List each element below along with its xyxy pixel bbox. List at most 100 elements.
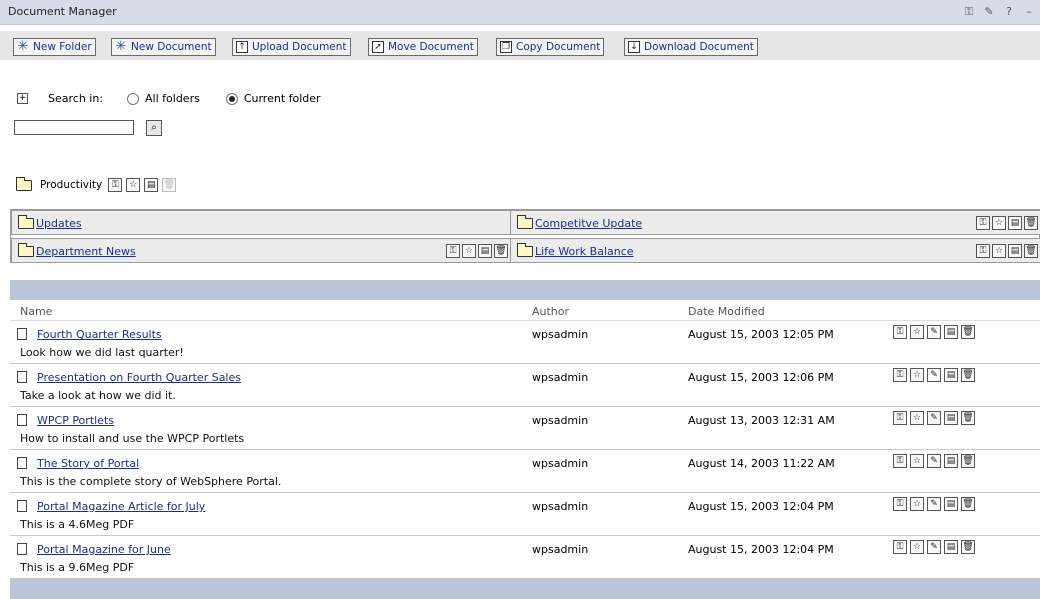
document-description: Look how we did last quarter! (20, 346, 184, 359)
subfolder-link[interactable]: Updates (36, 217, 82, 230)
column-date-modified[interactable]: Date Modified (688, 305, 765, 318)
properties-icon[interactable]: ⚿ (893, 411, 907, 425)
document-author: wpsadmin (532, 543, 589, 556)
document-icon[interactable]: ▤ (944, 497, 958, 511)
search-button[interactable]: ⌕ (146, 120, 162, 136)
table-row: Portal Magazine Article for July This is… (10, 493, 1040, 536)
expand-icon[interactable]: + (17, 93, 28, 104)
minimize-icon[interactable]: – (1022, 5, 1036, 19)
document-link[interactable]: Portal Magazine for June (37, 543, 171, 556)
upload-icon: ↑ (236, 41, 248, 53)
pencil-icon[interactable]: ✎ (982, 5, 996, 19)
new-folder-button[interactable]: ✳ New Folder (13, 38, 96, 56)
document-icon[interactable]: ▤ (944, 540, 958, 554)
copy-icon: ❐ (500, 41, 512, 53)
search-input[interactable] (14, 120, 134, 135)
document-date: August 15, 2003 12:06 PM (688, 371, 834, 384)
favorite-icon[interactable]: ☆ (910, 368, 924, 382)
document-link[interactable]: Portal Magazine Article for July (37, 500, 205, 513)
folder-actions: ⚿ ☆ ▤ 🗑 (976, 244, 1038, 258)
document-link[interactable]: Fourth Quarter Results (37, 328, 162, 341)
new-star-icon: ✳ (17, 39, 29, 54)
document-icon (17, 500, 27, 512)
favorite-icon[interactable]: ☆ (910, 540, 924, 554)
favorite-icon[interactable]: ☆ (910, 497, 924, 511)
current-folder-radio[interactable] (225, 92, 238, 105)
copy-document-button[interactable]: ❐ Copy Document (496, 38, 605, 56)
copy-document-label: Copy Document (516, 41, 601, 53)
download-document-button[interactable]: ↓ Download Document (624, 38, 758, 56)
document-icon[interactable]: ▤ (944, 411, 958, 425)
delete-icon[interactable]: 🗑 (961, 454, 975, 468)
search-options: + Search in: All folders Current folder (17, 92, 321, 105)
delete-icon[interactable]: 🗑 (961, 411, 975, 425)
delete-icon[interactable]: 🗑 (961, 540, 975, 554)
delete-icon[interactable]: 🗑 (1024, 216, 1038, 230)
move-icon: ➚ (372, 41, 384, 53)
properties-icon[interactable]: ⚿ (893, 368, 907, 382)
document-link[interactable]: Presentation on Fourth Quarter Sales (37, 371, 241, 384)
folder-actions: ⚿ ☆ ▤ 🗑 (446, 244, 508, 258)
document-icon[interactable]: ▤ (944, 454, 958, 468)
document-icon[interactable]: ▤ (144, 178, 159, 192)
document-date: August 13, 2003 12:31 AM (688, 414, 835, 427)
edit-icon[interactable]: ✎ (927, 540, 941, 554)
table-row: WPCP Portlets How to install and use the… (10, 407, 1040, 450)
key-icon[interactable]: ⚿ (962, 5, 976, 19)
new-folder-label: New Folder (33, 41, 92, 53)
properties-icon[interactable]: ⚿ (446, 244, 460, 258)
favorite-icon[interactable]: ☆ (910, 454, 924, 468)
delete-icon: 🗑 (162, 178, 177, 192)
properties-icon[interactable]: ⚿ (893, 454, 907, 468)
properties-icon[interactable]: ⚿ (893, 325, 907, 339)
document-icon[interactable]: ▤ (1008, 244, 1022, 258)
favorite-icon[interactable]: ☆ (910, 411, 924, 425)
move-document-button[interactable]: ➚ Move Document (368, 38, 478, 56)
subfolder-cell: Competitve Update ⚿ ☆ ▤ 🗑 (510, 210, 1040, 235)
favorite-icon[interactable]: ☆ (992, 216, 1006, 230)
delete-icon[interactable]: 🗑 (961, 368, 975, 382)
subfolder-link[interactable]: Life Work Balance (535, 245, 634, 258)
properties-icon[interactable]: ⚿ (976, 244, 990, 258)
document-actions: ⚿ ☆ ✎ ▤ 🗑 (893, 411, 975, 425)
column-author[interactable]: Author (532, 305, 569, 318)
subfolder-link[interactable]: Department News (36, 245, 136, 258)
edit-icon[interactable]: ✎ (927, 454, 941, 468)
delete-icon[interactable]: 🗑 (961, 325, 975, 339)
delete-icon[interactable]: 🗑 (494, 244, 508, 258)
upload-document-button[interactable]: ↑ Upload Document (232, 38, 351, 56)
properties-icon[interactable]: ⚿ (108, 178, 123, 192)
properties-icon[interactable]: ⚿ (976, 216, 990, 230)
document-icon[interactable]: ▤ (1008, 216, 1022, 230)
edit-icon[interactable]: ✎ (927, 497, 941, 511)
document-icon[interactable]: ▤ (478, 244, 492, 258)
all-folders-radio[interactable] (127, 92, 140, 105)
document-icon[interactable]: ▤ (944, 325, 958, 339)
document-author: wpsadmin (532, 500, 589, 513)
edit-icon[interactable]: ✎ (927, 411, 941, 425)
new-star-icon: ✳ (115, 39, 127, 54)
document-description: How to install and use the WPCP Portlets (20, 432, 245, 445)
edit-icon[interactable]: ✎ (927, 368, 941, 382)
properties-icon[interactable]: ⚿ (893, 497, 907, 511)
document-icon[interactable]: ▤ (944, 368, 958, 382)
favorite-icon[interactable]: ☆ (910, 325, 924, 339)
document-icon (17, 371, 27, 383)
document-date: August 15, 2003 12:04 PM (688, 500, 834, 513)
document-description: Take a look at how we did it. (20, 389, 176, 402)
edit-icon[interactable]: ✎ (927, 325, 941, 339)
document-link[interactable]: The Story of Portal (37, 457, 139, 470)
help-icon[interactable]: ? (1002, 5, 1016, 19)
favorite-icon[interactable]: ☆ (462, 244, 476, 258)
subfolder-cell: Department News ⚿ ☆ ▤ 🗑 (11, 238, 511, 263)
subfolder-link[interactable]: Competitve Update (535, 217, 642, 230)
favorite-icon[interactable]: ☆ (126, 178, 141, 192)
document-link[interactable]: WPCP Portlets (37, 414, 114, 427)
column-name[interactable]: Name (20, 305, 52, 318)
delete-icon[interactable]: 🗑 (1024, 244, 1038, 258)
favorite-icon[interactable]: ☆ (992, 244, 1006, 258)
magnifier-icon: ⌕ (151, 122, 157, 133)
properties-icon[interactable]: ⚿ (893, 540, 907, 554)
delete-icon[interactable]: 🗑 (961, 497, 975, 511)
new-document-button[interactable]: ✳ New Document (111, 38, 216, 56)
